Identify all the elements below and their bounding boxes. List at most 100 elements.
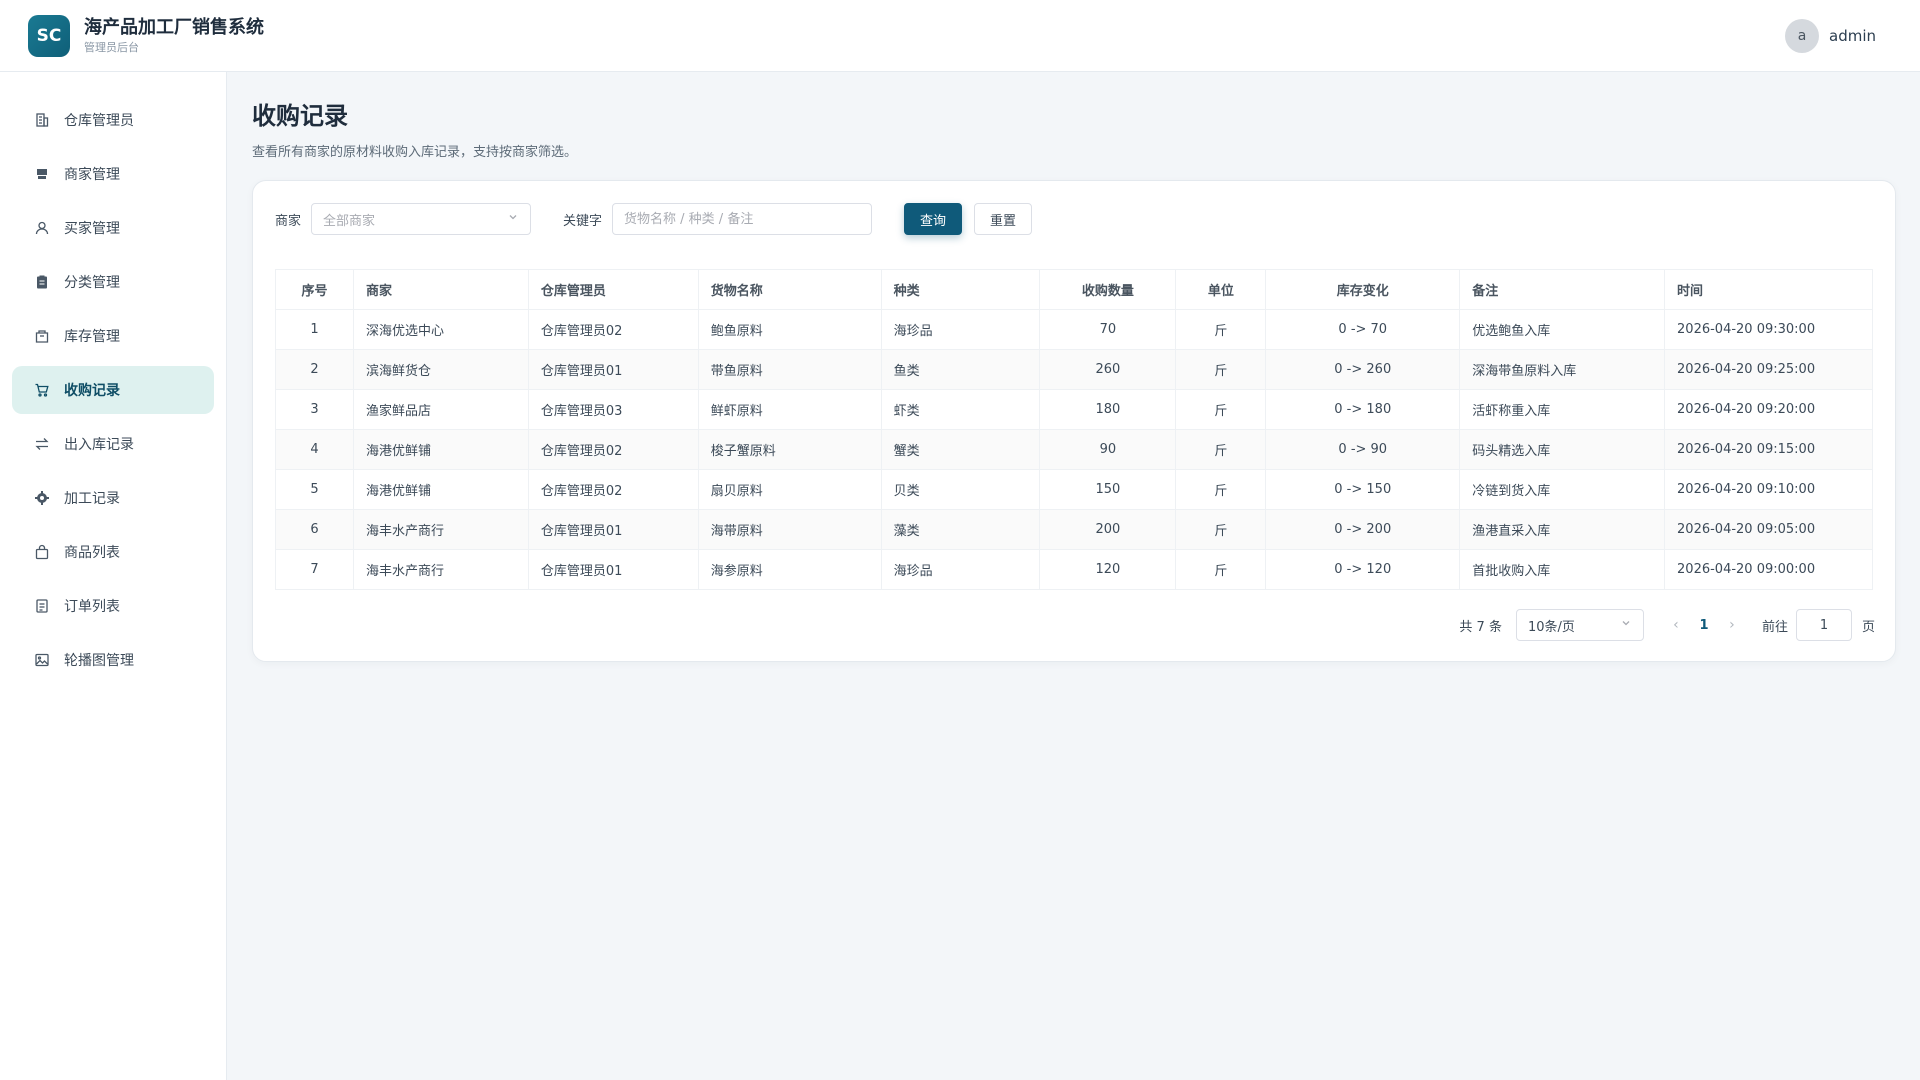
cell-category: 藻类: [880, 509, 1041, 550]
cell-goods: 扇贝原料: [697, 469, 882, 510]
cell-staff: 仓库管理员02: [527, 309, 699, 350]
sidebar-item-buyers[interactable]: 买家管理: [12, 204, 214, 252]
page-number-current[interactable]: 1: [1690, 618, 1718, 633]
cell-merchant: 海丰水产商行: [352, 509, 529, 550]
cell-goods: 带鱼原料: [697, 349, 882, 390]
cell-time: 2026-04-20 09:15:00: [1664, 429, 1873, 470]
cell-goods: 梭子蟹原料: [697, 429, 882, 470]
cell-index: 1: [275, 309, 354, 350]
cell-time: 2026-04-20 09:05:00: [1664, 509, 1873, 550]
image-icon: [34, 652, 50, 668]
sidebar-item-label: 买家管理: [64, 221, 120, 237]
sidebar-item-warehouse-staff[interactable]: 仓库管理员: [12, 96, 214, 144]
cell-stock-change: 0 -> 90: [1265, 429, 1461, 470]
merchant-select[interactable]: 全部商家: [311, 203, 532, 235]
cell-staff: 仓库管理员01: [527, 549, 699, 590]
page-size-value: 10条/页: [1527, 619, 1575, 635]
cell-quantity: 260: [1039, 349, 1177, 390]
sidebar-item-label: 出入库记录: [64, 437, 134, 453]
sidebar-item-purchase-records[interactable]: 收购记录: [12, 366, 214, 414]
cell-remark: 首批收购入库: [1459, 549, 1666, 590]
cell-time: 2026-04-20 09:00:00: [1664, 549, 1873, 590]
cell-remark: 优选鲍鱼入库: [1459, 309, 1666, 350]
cart-icon: [34, 382, 50, 398]
cell-quantity: 180: [1039, 389, 1177, 430]
store-icon: [34, 166, 50, 182]
cell-unit: 斤: [1175, 429, 1267, 470]
cell-category: 鱼类: [880, 349, 1041, 390]
box-icon: [34, 328, 50, 344]
column-header: 货物名称: [697, 269, 882, 310]
records-card: 商家 全部商家 关键字 查询 重置 序号: [252, 180, 1896, 662]
cell-stock-change: 0 -> 70: [1265, 309, 1461, 350]
cell-merchant: 滨海鲜货仓: [352, 349, 529, 390]
sidebar-item-products[interactable]: 商品列表: [12, 528, 214, 576]
cell-goods: 海参原料: [697, 549, 882, 590]
table-row[interactable]: 6 海丰水产商行 仓库管理员01 海带原料 藻类 200 斤 0 -> 200 …: [275, 509, 1873, 550]
pagination-total: 共 7 条: [1459, 619, 1502, 635]
cell-quantity: 200: [1039, 509, 1177, 550]
building-icon: [34, 112, 50, 128]
sidebar-item-label: 商品列表: [64, 545, 120, 561]
user-menu[interactable]: a admin: [1785, 18, 1876, 53]
cell-stock-change: 0 -> 180: [1265, 389, 1461, 430]
table-row[interactable]: 7 海丰水产商行 仓库管理员01 海参原料 海珍品 120 斤 0 -> 120…: [275, 549, 1873, 590]
cell-index: 6: [275, 509, 354, 550]
clipboard-icon: [34, 274, 50, 290]
records-table-wrap: 序号 商家 仓库管理员 货物名称 种类 收购数量 单位 库存变化 备注 时间 1: [275, 269, 1873, 590]
column-header: 备注: [1459, 269, 1666, 310]
sidebar-item-stock-io[interactable]: 出入库记录: [12, 420, 214, 468]
cell-time: 2026-04-20 09:10:00: [1664, 469, 1873, 510]
cell-unit: 斤: [1175, 549, 1267, 590]
cell-staff: 仓库管理员02: [527, 429, 699, 470]
sidebar-item-label: 收购记录: [64, 383, 120, 399]
cell-remark: 渔港直采入库: [1459, 509, 1666, 550]
column-header: 收购数量: [1039, 269, 1177, 310]
table-row[interactable]: 4 海港优鲜铺 仓库管理员02 梭子蟹原料 蟹类 90 斤 0 -> 90 码头…: [275, 429, 1873, 470]
cell-remark: 码头精选入库: [1459, 429, 1666, 470]
column-header: 单位: [1175, 269, 1267, 310]
cell-staff: 仓库管理员01: [527, 509, 699, 550]
cell-time: 2026-04-20 09:30:00: [1664, 309, 1873, 350]
cell-quantity: 90: [1039, 429, 1177, 470]
keyword-filter-label: 关键字: [563, 213, 603, 229]
cell-category: 贝类: [880, 469, 1041, 510]
sidebar-item-label: 库存管理: [64, 329, 120, 345]
next-page-icon[interactable]: ›: [1718, 617, 1746, 633]
column-header: 种类: [880, 269, 1041, 310]
cell-merchant: 海港优鲜铺: [352, 469, 529, 510]
sidebar-item-label: 订单列表: [64, 599, 120, 615]
page-description: 查看所有商家的原材料收购入库记录，支持按商家筛选。: [252, 145, 578, 160]
query-button[interactable]: 查询: [904, 203, 963, 235]
table-row[interactable]: 1 深海优选中心 仓库管理员02 鲍鱼原料 海珍品 70 斤 0 -> 70 优…: [275, 309, 1873, 350]
chevron-down-icon: [507, 211, 519, 227]
sidebar-item-categories[interactable]: 分类管理: [12, 258, 214, 306]
cell-quantity: 150: [1039, 469, 1177, 510]
app-subtitle: 管理员后台: [84, 40, 139, 54]
avatar[interactable]: a: [1785, 18, 1819, 53]
sidebar-item-inventory[interactable]: 库存管理: [12, 312, 214, 360]
goto-page-input[interactable]: [1795, 609, 1852, 641]
sidebar-item-merchants[interactable]: 商家管理: [12, 150, 214, 198]
cell-stock-change: 0 -> 150: [1265, 469, 1461, 510]
pagination: 共 7 条 10条/页 ‹ 1 › 前往 页: [1459, 609, 1875, 641]
sidebar-item-processing[interactable]: 加工记录: [12, 474, 214, 522]
cell-quantity: 120: [1039, 549, 1177, 590]
cell-unit: 斤: [1175, 469, 1267, 510]
cell-merchant: 海丰水产商行: [352, 549, 529, 590]
page-size-select[interactable]: 10条/页: [1515, 609, 1644, 641]
cell-stock-change: 0 -> 200: [1265, 509, 1461, 550]
prev-page-icon[interactable]: ‹: [1662, 617, 1690, 633]
table-row[interactable]: 2 滨海鲜货仓 仓库管理员01 带鱼原料 鱼类 260 斤 0 -> 260 深…: [275, 349, 1873, 390]
column-header: 序号: [275, 269, 354, 310]
sidebar-item-carousel[interactable]: 轮播图管理: [12, 636, 214, 684]
cell-merchant: 渔家鲜品店: [352, 389, 529, 430]
table-row[interactable]: 5 海港优鲜铺 仓库管理员02 扇贝原料 贝类 150 斤 0 -> 150 冷…: [275, 469, 1873, 510]
table-row[interactable]: 3 渔家鲜品店 仓库管理员03 鲜虾原料 虾类 180 斤 0 -> 180 活…: [275, 389, 1873, 430]
keyword-input[interactable]: [612, 203, 873, 235]
chevron-down-icon: [1620, 617, 1632, 633]
username[interactable]: admin: [1829, 27, 1876, 45]
reset-button[interactable]: 重置: [974, 203, 1033, 235]
cell-index: 7: [275, 549, 354, 590]
sidebar-item-orders[interactable]: 订单列表: [12, 582, 214, 630]
